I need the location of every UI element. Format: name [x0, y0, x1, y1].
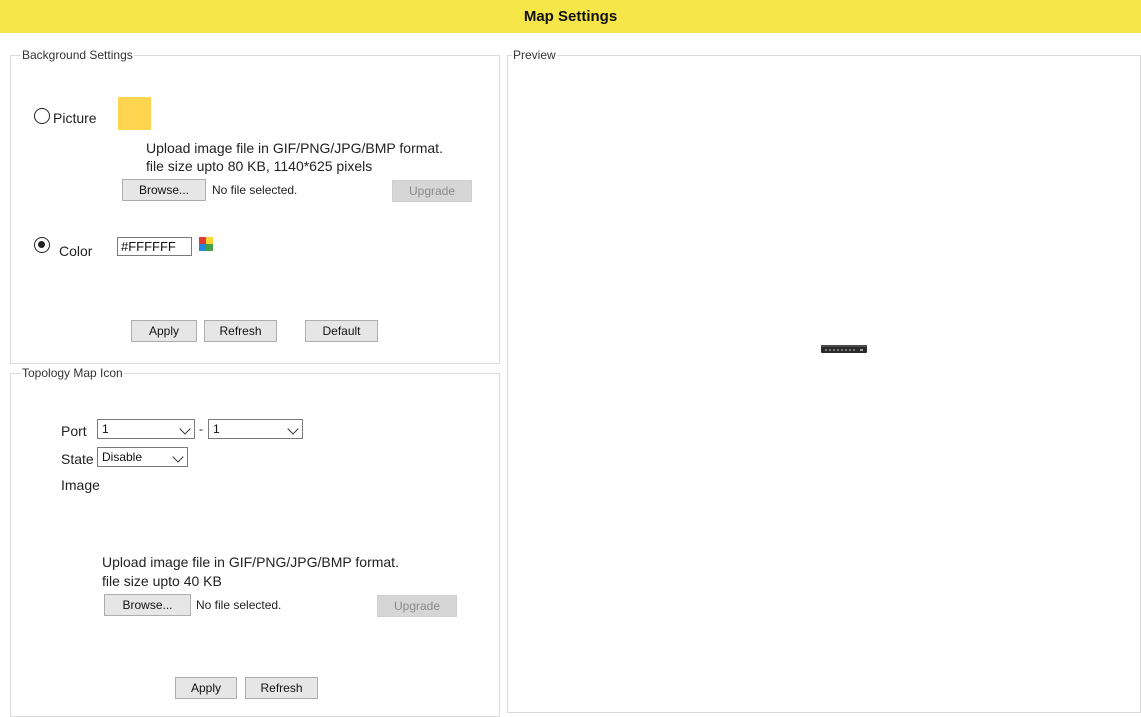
topology-browse-button[interactable]: Browse... — [104, 594, 191, 616]
image-label: Image — [61, 477, 100, 493]
color-input[interactable]: #FFFFFF — [117, 237, 192, 256]
topology-refresh-button[interactable]: Refresh — [245, 677, 318, 699]
color-label: Color — [59, 243, 93, 259]
background-settings-panel: Background Settings — [10, 49, 500, 364]
port-from-value: 1 — [102, 422, 109, 436]
state-select[interactable]: Disable — [97, 447, 188, 467]
topology-file-status: No file selected. — [196, 598, 282, 612]
background-upgrade-button[interactable]: Upgrade — [392, 180, 472, 202]
port-label: Port — [61, 423, 87, 439]
state-label: State — [61, 451, 94, 467]
background-apply-button[interactable]: Apply — [131, 320, 197, 342]
preview-legend: Preview — [513, 48, 556, 62]
background-file-status: No file selected. — [212, 183, 298, 197]
port-to-select[interactable]: 1 — [208, 419, 303, 439]
port-to-value: 1 — [213, 422, 220, 436]
chevron-down-icon — [172, 451, 184, 463]
background-refresh-button[interactable]: Refresh — [204, 320, 277, 342]
topology-apply-button[interactable]: Apply — [175, 677, 237, 699]
color-picker-icon[interactable] — [199, 237, 213, 251]
background-browse-button[interactable]: Browse... — [122, 179, 206, 201]
chevron-down-icon — [179, 423, 191, 435]
port-from-select[interactable]: 1 — [97, 419, 195, 439]
background-upload-note-1: Upload image file in GIF/PNG/JPG/BMP for… — [146, 140, 443, 156]
page-title: Map Settings — [0, 0, 1141, 33]
preview-panel: Preview — [507, 49, 1141, 713]
port-separator: - — [199, 422, 203, 436]
picture-radio[interactable] — [34, 108, 50, 124]
state-value: Disable — [102, 450, 143, 464]
topology-map-icon-legend: Topology Map Icon — [22, 366, 123, 380]
chevron-down-icon — [287, 423, 299, 435]
topology-upload-note-2: file size upto 40 KB — [102, 573, 222, 589]
background-upload-note-2: file size upto 80 KB, 1140*625 pixels — [146, 158, 373, 174]
color-radio[interactable] — [34, 237, 50, 253]
switch-device-icon[interactable] — [820, 342, 868, 354]
topology-upload-note-1: Upload image file in GIF/PNG/JPG/BMP for… — [102, 554, 399, 570]
topology-upgrade-button[interactable]: Upgrade — [377, 595, 457, 617]
background-settings-legend: Background Settings — [22, 48, 133, 62]
picture-label: Picture — [53, 110, 97, 126]
background-default-button[interactable]: Default — [305, 320, 378, 342]
picture-swatch — [118, 97, 151, 130]
